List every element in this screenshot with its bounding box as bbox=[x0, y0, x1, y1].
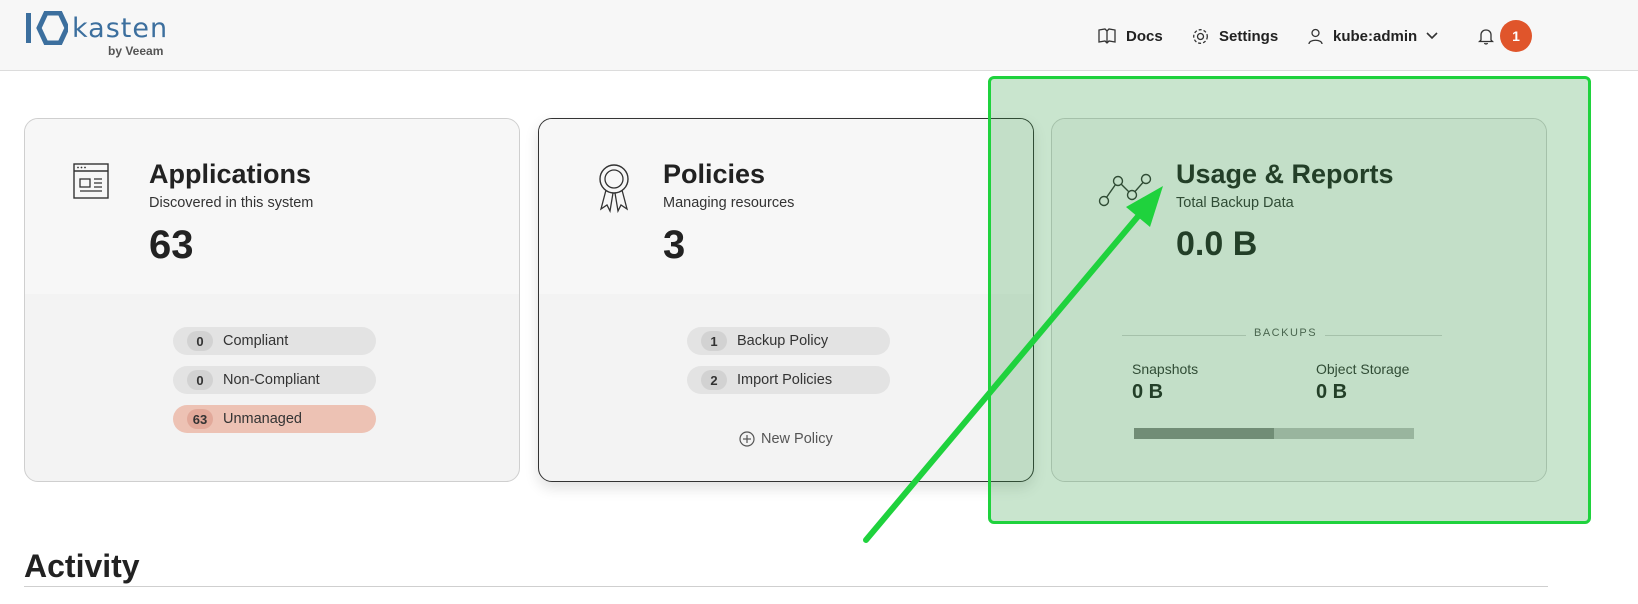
pill-count: 0 bbox=[187, 331, 213, 351]
docs-link[interactable]: Docs bbox=[1098, 24, 1163, 48]
settings-label: Settings bbox=[1219, 27, 1279, 45]
top-header: kasten by Veeam Docs Settings kube:admin bbox=[0, 0, 1638, 71]
applications-subtitle: Discovered in this system bbox=[149, 195, 314, 211]
pill-label: Unmanaged bbox=[223, 411, 302, 427]
bell-icon bbox=[1478, 28, 1494, 45]
book-icon bbox=[1098, 28, 1116, 44]
plus-circle-icon bbox=[739, 431, 755, 447]
docs-label: Docs bbox=[1126, 27, 1163, 45]
pill-count: 63 bbox=[187, 409, 213, 429]
kasten-logo-icon bbox=[26, 11, 68, 45]
logo-word: kasten bbox=[72, 13, 169, 44]
non-compliant-pill[interactable]: 0 Non-Compliant bbox=[173, 366, 376, 394]
policies-count: 3 bbox=[663, 223, 686, 267]
user-icon bbox=[1308, 28, 1323, 44]
activity-divider bbox=[24, 586, 1548, 587]
compliant-pill[interactable]: 0 Compliant bbox=[173, 327, 376, 355]
policies-subtitle: Managing resources bbox=[663, 195, 795, 211]
gear-icon bbox=[1193, 28, 1208, 44]
pill-count: 2 bbox=[701, 370, 727, 390]
pill-count: 0 bbox=[187, 370, 213, 390]
policies-title: Policies bbox=[663, 159, 766, 189]
applications-card[interactable]: Applications Discovered in this system 6… bbox=[24, 118, 520, 482]
settings-link[interactable]: Settings bbox=[1192, 24, 1278, 48]
pill-label: Import Policies bbox=[737, 372, 833, 388]
user-menu[interactable]: kube:admin bbox=[1308, 24, 1439, 48]
kasten-logo[interactable]: kasten by Veeam bbox=[24, 11, 174, 58]
applications-title: Applications bbox=[149, 159, 312, 189]
applications-count: 63 bbox=[149, 223, 194, 267]
notification-badge[interactable]: 1 bbox=[1500, 20, 1532, 52]
new-policy-label: New Policy bbox=[761, 431, 833, 447]
import-policies-pill[interactable]: 2 Import Policies bbox=[687, 366, 890, 394]
chevron-down-icon bbox=[1426, 32, 1438, 40]
pill-label: Compliant bbox=[223, 333, 289, 349]
highlight-box bbox=[988, 76, 1591, 524]
user-label: kube:admin bbox=[1333, 27, 1418, 45]
award-ribbon-icon bbox=[599, 164, 629, 214]
activity-heading: Activity bbox=[24, 548, 140, 584]
logo-sub: by Veeam bbox=[108, 44, 164, 58]
policies-card[interactable]: Policies Managing resources 3 1 Backup P… bbox=[538, 118, 1034, 482]
pill-label: Backup Policy bbox=[737, 333, 829, 349]
pill-label: Non-Compliant bbox=[223, 372, 320, 388]
pill-count: 1 bbox=[701, 331, 727, 351]
unmanaged-pill[interactable]: 63 Unmanaged bbox=[173, 405, 376, 433]
backup-policy-pill[interactable]: 1 Backup Policy bbox=[687, 327, 890, 355]
application-window-icon bbox=[73, 163, 109, 199]
new-policy-button[interactable]: New Policy bbox=[739, 431, 833, 447]
